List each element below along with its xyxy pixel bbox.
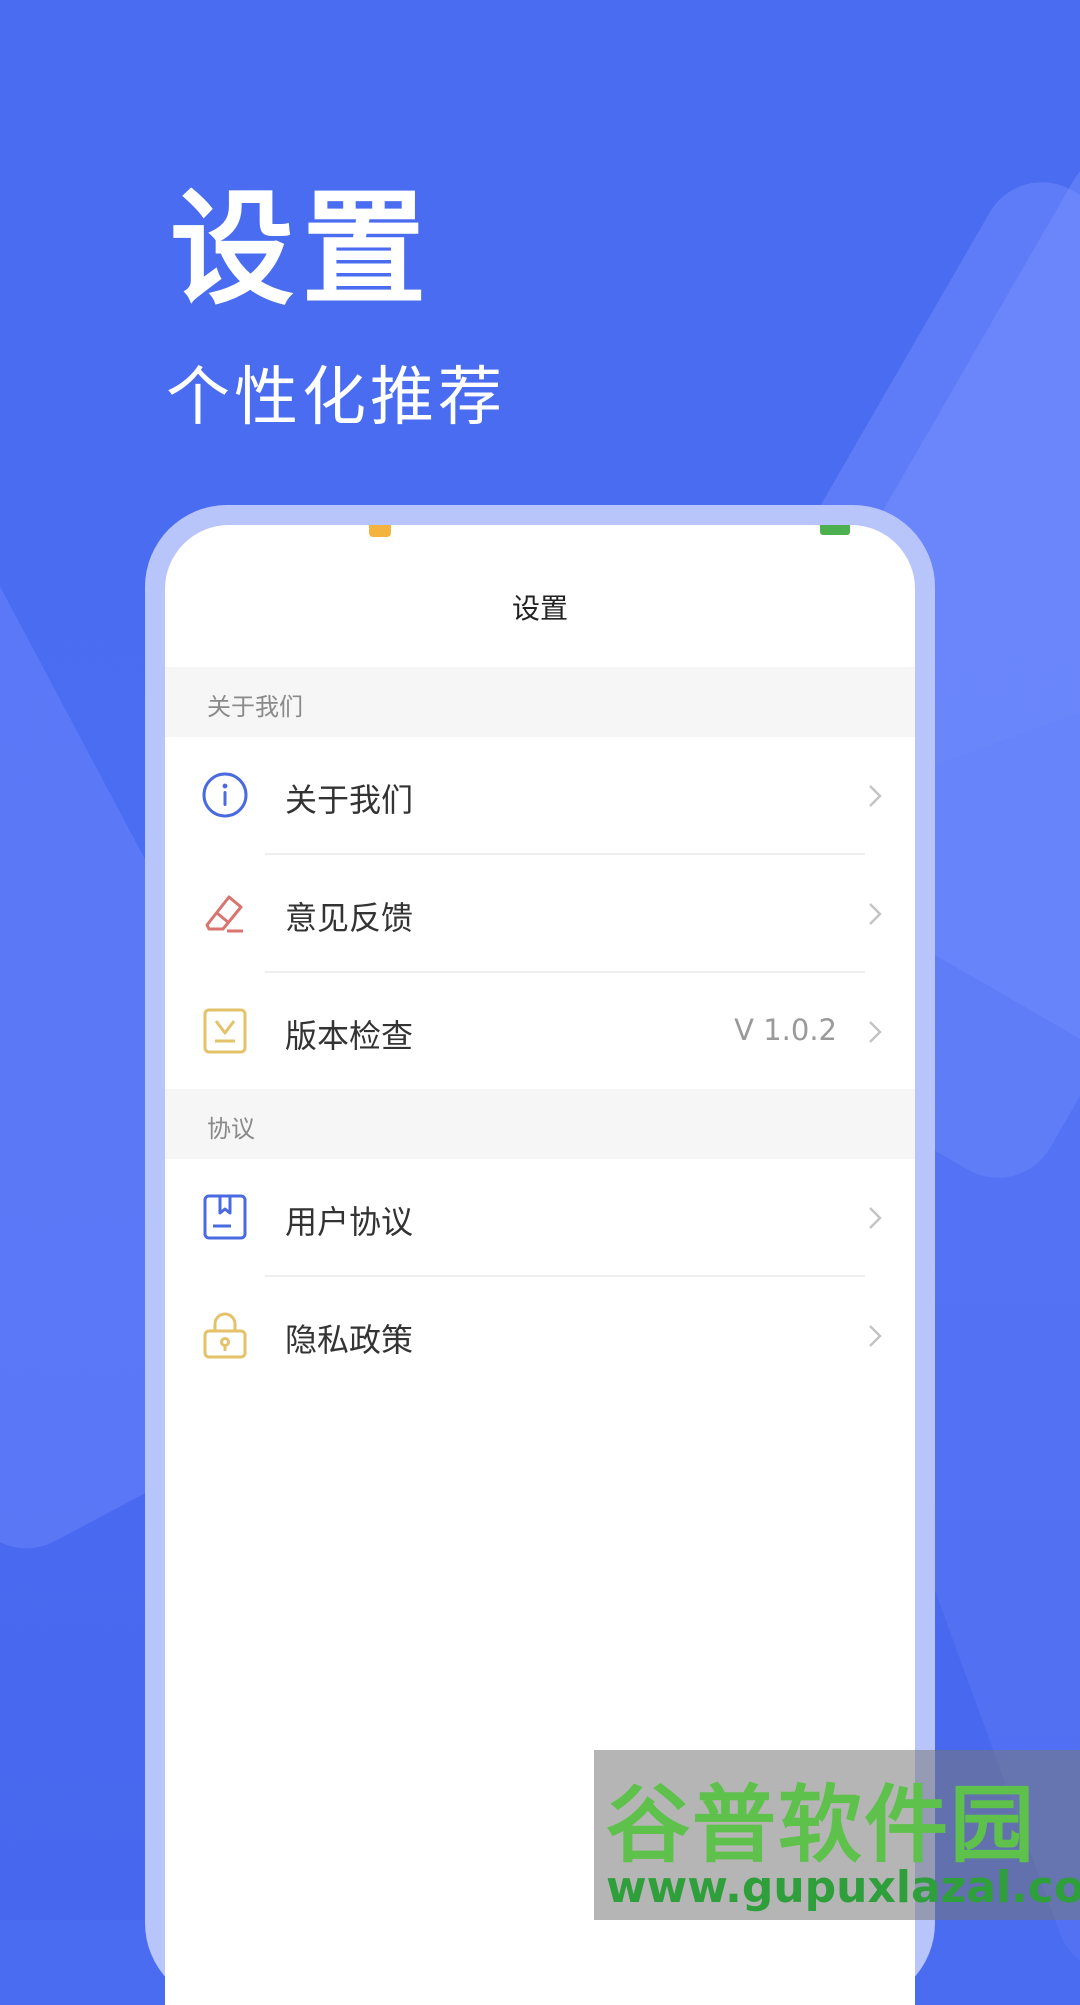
watermark-title: 谷普软件园	[606, 1776, 1037, 1874]
hero-subtitle: 个性化推荐	[166, 361, 506, 435]
section-header-about: 关于我们	[165, 667, 915, 737]
chevron-right-icon	[869, 903, 882, 925]
chevron-right-icon	[869, 1325, 882, 1347]
row-label: 意见反馈	[285, 899, 414, 937]
watermark-url: www.gupuxlazal.com	[606, 1862, 1080, 1913]
settings-row-feedback[interactable]: 意见反馈	[165, 855, 915, 971]
row-label: 隐私政策	[285, 1321, 414, 1359]
settings-row-about[interactable]: 关于我们	[165, 737, 915, 853]
download-box-icon	[203, 1008, 247, 1054]
status-icon	[369, 525, 391, 537]
row-label: 用户协议	[285, 1203, 414, 1241]
version-value: V 1.0.2	[734, 1013, 837, 1047]
battery-icon	[820, 525, 850, 535]
info-icon	[202, 772, 248, 818]
eraser-icon	[205, 895, 243, 933]
settings-row-privacy[interactable]: 隐私政策	[165, 1277, 915, 1393]
section-header-agreement: 协议	[165, 1089, 915, 1159]
settings-row-version[interactable]: 版本检查 V 1.0.2	[165, 973, 915, 1089]
bookmark-doc-icon	[203, 1194, 247, 1240]
chevron-right-icon	[869, 1207, 882, 1229]
chevron-right-icon	[869, 1021, 882, 1043]
hero-title: 设置	[170, 178, 435, 322]
page-title: 设置	[511, 592, 568, 625]
section-header-label: 关于我们	[207, 693, 303, 721]
watermark: 谷普软件园 www.gupuxlazal.com	[594, 1750, 1080, 1920]
row-label: 版本检查	[285, 1017, 414, 1055]
section-header-label: 协议	[207, 1115, 255, 1143]
row-label: 关于我们	[285, 781, 414, 819]
settings-row-user-agreement[interactable]: 用户协议	[165, 1159, 915, 1275]
chevron-right-icon	[869, 785, 882, 807]
lock-icon	[203, 1312, 247, 1359]
